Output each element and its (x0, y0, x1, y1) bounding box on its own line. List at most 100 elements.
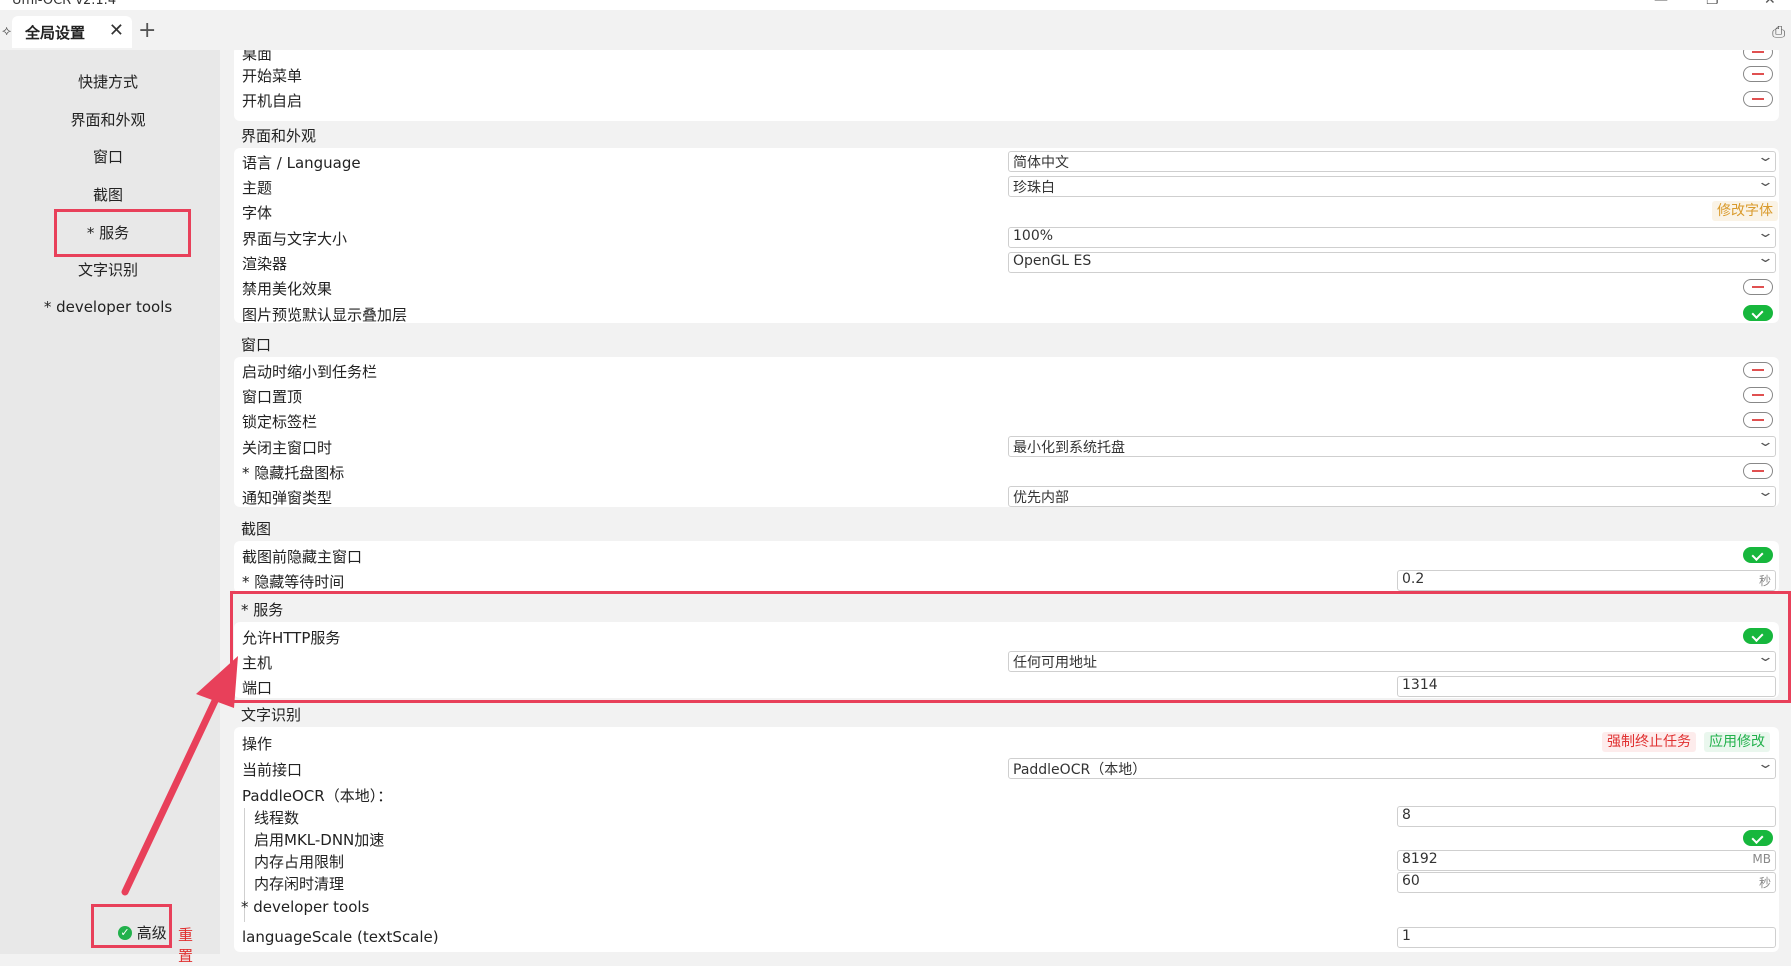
notify-type-select[interactable]: 优先内部 ⌄ (1008, 485, 1776, 507)
lock-tabs-toggle[interactable] (1743, 412, 1773, 428)
port-value: 1314 (1402, 677, 1438, 693)
wait-time-input[interactable]: 0.2 秒 (1397, 570, 1776, 591)
row-operation: 操作 强制终止任务 应用修改 (234, 730, 1779, 755)
threads-label: 线程数 (254, 809, 300, 827)
mem-clear-input[interactable]: 60 秒 (1397, 872, 1776, 893)
row-on-top: 窗口置顶 (234, 383, 1779, 408)
notify-type-label: 通知弹窗类型 (242, 489, 333, 507)
language-scale-label: languageScale (textScale) (242, 928, 439, 946)
hide-before-label: 截图前隐藏主窗口 (242, 548, 363, 566)
tab-global-settings[interactable]: 全局设置 ✕ (12, 16, 132, 48)
language-scale-input[interactable]: 1 (1397, 927, 1776, 948)
service-title: * 服务 (241, 601, 284, 619)
add-tab-icon[interactable]: + (138, 18, 156, 43)
row-on-close: 关闭主窗口时 最小化到系统托盘 ⌄ (234, 434, 1779, 459)
api-value: PaddleOCR（本地） (1013, 762, 1147, 778)
minimize-startup-label: 启动时缩小到任务栏 (242, 363, 378, 381)
wait-time-label: * 隐藏等待时间 (242, 573, 345, 591)
minimize-startup-toggle[interactable] (1743, 362, 1773, 378)
mem-clear-label: 内存闲时清理 (254, 875, 345, 893)
language-label: 语言 / Language (242, 154, 361, 172)
appearance-title: 界面和外观 (241, 127, 317, 145)
row-overlay: 图片预览默认显示叠加层 (234, 301, 1779, 326)
font-label: 字体 (242, 204, 273, 222)
on-close-select[interactable]: 最小化到系统托盘 ⌄ (1008, 435, 1776, 457)
host-value: 任何可用地址 (1013, 655, 1097, 671)
theme-label: 主题 (242, 179, 273, 197)
reset-button[interactable]: 重置 (178, 924, 193, 966)
sidebar-item-ocr[interactable]: 文字识别 (0, 254, 216, 286)
sidebar-item-screenshot[interactable]: 截图 (0, 179, 216, 211)
row-autostart: 开机自启 (234, 87, 1779, 112)
threads-input[interactable]: 8 (1397, 806, 1776, 827)
api-label: 当前接口 (242, 761, 303, 779)
disable-effects-toggle[interactable] (1743, 279, 1773, 295)
port-input[interactable]: 1314 (1397, 676, 1776, 697)
apply-changes-button[interactable]: 应用修改 (1704, 732, 1770, 752)
threads-value: 8 (1402, 807, 1411, 823)
row-language-scale: languageScale (textScale) 1 (234, 925, 1779, 950)
title-bar: Umi-OCR v2.1.4 — ❐ ✕ (0, 0, 1791, 10)
http-toggle[interactable] (1743, 628, 1773, 644)
close-tab-icon[interactable]: ✕ (109, 20, 124, 41)
on-top-toggle[interactable] (1743, 387, 1773, 403)
overlay-toggle[interactable] (1743, 305, 1773, 321)
mkldnn-label: 启用MKL-DNN加速 (254, 831, 385, 849)
tab-label: 全局设置 (25, 24, 86, 42)
scale-value: 100% (1013, 228, 1054, 244)
mem-limit-label: 内存占用限制 (254, 853, 345, 871)
host-select[interactable]: 任何可用地址 ⌄ (1008, 650, 1776, 672)
chevron-down-icon: ⌄ (1756, 251, 1775, 266)
api-select[interactable]: PaddleOCR（本地） ⌄ (1008, 757, 1776, 779)
sidebar-item-window[interactable]: 窗口 (0, 141, 216, 173)
mem-clear-unit: 秒 (1758, 876, 1771, 890)
desktop-toggle[interactable] (1743, 50, 1773, 60)
minimize-icon[interactable]: — (1654, 0, 1668, 8)
maximize-icon[interactable]: ❐ (1706, 0, 1719, 8)
sidebar-item-developer-tools[interactable]: * developer tools (0, 291, 216, 323)
wait-time-unit: 秒 (1758, 574, 1771, 588)
change-font-button[interactable]: 修改字体 (1712, 201, 1778, 221)
chevron-down-icon: ⌄ (1756, 485, 1775, 500)
http-label: 允许HTTP服务 (242, 629, 341, 647)
theme-value: 珍珠白 (1013, 180, 1055, 196)
check-icon: ✓ (118, 925, 132, 940)
start-menu-toggle[interactable] (1743, 66, 1773, 82)
pin-icon[interactable]: ⟡ (2, 23, 11, 39)
renderer-label: 渲染器 (242, 255, 288, 273)
bar-menu-icon[interactable]: ⎙ (1772, 22, 1785, 42)
close-window-icon[interactable]: ✕ (1764, 0, 1776, 8)
annotation-arrow-icon (121, 656, 238, 896)
mem-limit-value: 8192 (1402, 851, 1438, 867)
row-hide-before: 截图前隐藏主窗口 (234, 543, 1779, 568)
row-mem-clear: 内存闲时清理 60 秒 (234, 870, 1779, 895)
hide-tray-toggle[interactable] (1743, 463, 1773, 479)
language-select[interactable]: 简体中文 ⌄ (1008, 150, 1776, 172)
renderer-value: OpenGL ES (1013, 253, 1092, 269)
sidebar-item-service[interactable]: * 服务 (0, 217, 216, 249)
sidebar-item-appearance[interactable]: 界面和外观 (0, 104, 216, 136)
advanced-toggle[interactable]: ✓ 高级 (118, 923, 167, 942)
row-lock-tabs: 锁定标签栏 (234, 408, 1779, 433)
chevron-down-icon: ⌄ (1756, 757, 1775, 772)
scale-select[interactable]: 100% ⌄ (1008, 226, 1776, 248)
hide-before-toggle[interactable] (1743, 547, 1773, 563)
row-hide-tray: * 隐藏托盘图标 (234, 459, 1779, 484)
language-scale-value: 1 (1402, 928, 1411, 944)
row-renderer: 渲染器 OpenGL ES ⌄ (234, 250, 1779, 275)
autostart-label: 开机自启 (242, 92, 303, 110)
window-title: Umi-OCR v2.1.4 (12, 0, 117, 8)
row-wait-time: * 隐藏等待时间 0.2 秒 (234, 568, 1779, 593)
mkldnn-toggle[interactable] (1743, 830, 1773, 846)
force-stop-button[interactable]: 强制终止任务 (1602, 732, 1696, 752)
renderer-select[interactable]: OpenGL ES ⌄ (1008, 251, 1776, 273)
mem-limit-input[interactable]: 8192 MB (1397, 850, 1776, 871)
window-title-section: 窗口 (241, 336, 272, 354)
disable-effects-label: 禁用美化效果 (242, 280, 333, 298)
ocr-title: 文字识别 (241, 706, 302, 724)
sidebar-item-shortcuts[interactable]: 快捷方式 (0, 66, 216, 98)
on-close-value: 最小化到系统托盘 (1013, 440, 1125, 456)
row-minimize-startup: 启动时缩小到任务栏 (234, 358, 1779, 383)
theme-select[interactable]: 珍珠白 ⌄ (1008, 175, 1776, 197)
autostart-toggle[interactable] (1743, 91, 1773, 107)
